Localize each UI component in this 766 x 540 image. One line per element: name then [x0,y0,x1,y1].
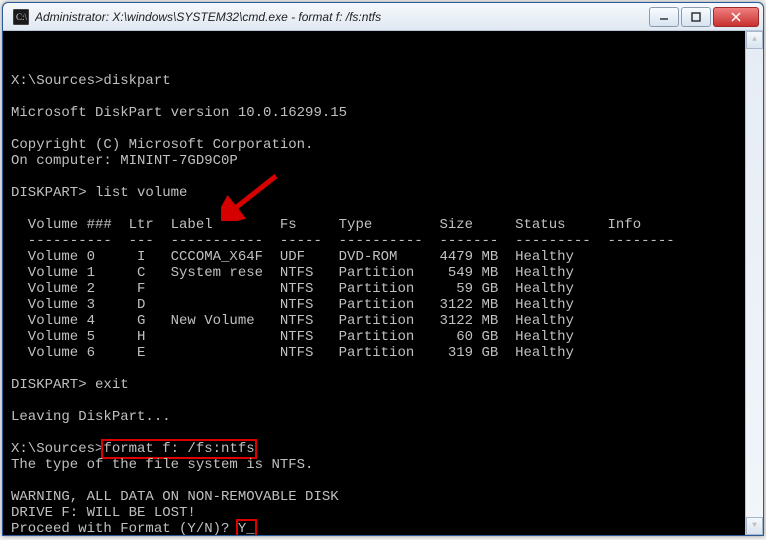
line-computer: On computer: MININT-7GD9C0P [11,153,238,169]
table-row: Volume 2 F NTFS Partition 59 GB Healthy [11,281,574,297]
highlighted-response: Y_ [238,521,255,535]
titlebar[interactable]: C:\ Administrator: X:\windows\SYSTEM32\c… [3,3,763,31]
table-row: Volume 0 I CCCOMA_X64F UDF DVD-ROM 4479 … [11,249,574,265]
minimize-button[interactable] [649,7,679,27]
cmd-app-icon: C:\ [13,9,29,25]
line-prompt1: X:\Sources>diskpart [11,73,171,89]
annotation-arrow-icon [221,171,281,221]
window-buttons [649,7,759,27]
window-title: Administrator: X:\windows\SYSTEM32\cmd.e… [35,10,649,24]
line-warn2: DRIVE F: WILL BE LOST! [11,505,196,521]
line-warn1: WARNING, ALL DATA ON NON-REMOVABLE DISK [11,489,339,505]
line-exit: DISKPART> exit [11,377,129,393]
terminal-output[interactable]: X:\Sources>diskpart Microsoft DiskPart v… [3,31,763,535]
cmd-window: C:\ Administrator: X:\windows\SYSTEM32\c… [2,2,764,536]
table-row: Volume 5 H NTFS Partition 60 GB Healthy [11,329,574,345]
vertical-scrollbar[interactable]: ▲ ▼ [745,31,763,535]
line-listvol: DISKPART> list volume [11,185,187,201]
highlighted-command: format f: /fs:ntfs [103,441,254,457]
table-row: Volume 1 C System rese NTFS Partition 54… [11,265,574,281]
scroll-up-button[interactable]: ▲ [746,31,763,49]
line-copyright: Copyright (C) Microsoft Corporation. [11,137,313,153]
table-divider: ---------- --- ----------- ----- -------… [11,233,675,249]
line-version: Microsoft DiskPart version 10.0.16299.15 [11,105,347,121]
maximize-button[interactable] [681,7,711,27]
line-proceed: Proceed with Format (Y/N)? Y_ [11,521,255,535]
line-leaving: Leaving DiskPart... [11,409,171,425]
table-header: Volume ### Ltr Label Fs Type Size Status… [11,217,641,233]
line-format: X:\Sources>format f: /fs:ntfs [11,441,255,457]
cursor: _ [246,521,254,535]
close-button[interactable] [713,7,759,27]
table-row: Volume 3 D NTFS Partition 3122 MB Health… [11,297,574,313]
line-fstype: The type of the file system is NTFS. [11,457,313,473]
svg-text:C:\: C:\ [16,12,28,22]
table-row: Volume 6 E NTFS Partition 319 GB Healthy [11,345,574,361]
table-row: Volume 4 G New Volume NTFS Partition 312… [11,313,574,329]
scroll-down-button[interactable]: ▼ [746,517,763,535]
